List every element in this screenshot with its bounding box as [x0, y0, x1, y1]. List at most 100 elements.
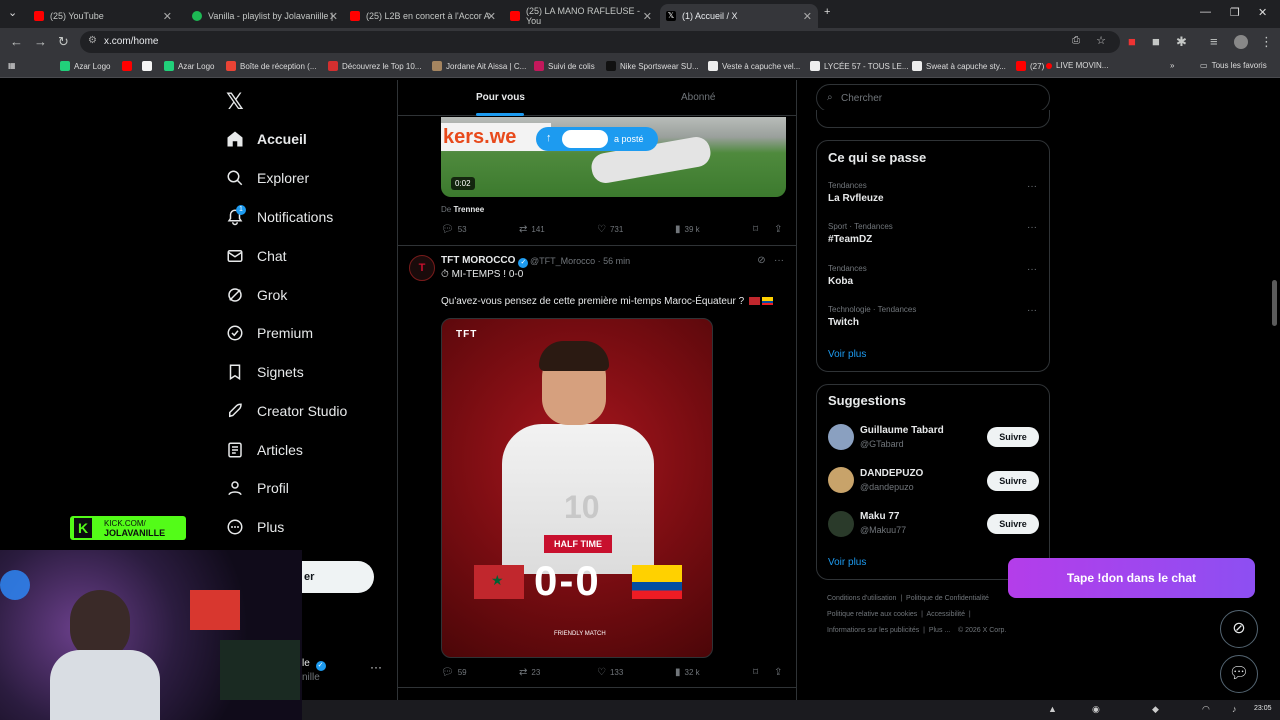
more-bookmarks-icon[interactable]: »	[1170, 61, 1174, 70]
close-tab-icon[interactable]: ✕	[487, 10, 496, 23]
tray-icon[interactable]: ◉	[1092, 704, 1100, 715]
like-button[interactable]: ♡ 731	[597, 224, 623, 235]
trend-more-icon[interactable]: ···	[1027, 181, 1037, 192]
video-source[interactable]: De Trennee	[441, 205, 484, 214]
bookmark-item[interactable]: Découvrez le Top 10...	[328, 61, 421, 71]
nav-home[interactable]: Accueil	[226, 124, 307, 154]
avatar[interactable]	[828, 467, 854, 493]
bookmark-item[interactable]: Suivi de colis	[534, 61, 595, 71]
suggestion-name[interactable]: DANDEPUZO	[860, 468, 923, 479]
all-bookmarks[interactable]: ▭ Tous les favoris	[1200, 61, 1267, 70]
trend-name[interactable]: #TeamDZ	[828, 234, 872, 245]
share-button[interactable]: ⇪	[774, 667, 786, 678]
reload-icon[interactable]: ↻	[58, 34, 69, 50]
follow-button[interactable]: Suivre	[987, 471, 1039, 491]
grok-icon[interactable]: ⊘	[757, 255, 765, 266]
grok-float-icon[interactable]: ⊘	[1220, 610, 1258, 648]
trend-more-icon[interactable]: ···	[1027, 264, 1037, 275]
puzzle-icon[interactable]: ✱	[1176, 34, 1187, 50]
browser-tab-youtube[interactable]: (25) YouTube ✕	[28, 4, 178, 28]
bookmark-item[interactable]	[142, 61, 156, 71]
trending-see-more[interactable]: Voir plus	[828, 349, 866, 360]
back-icon[interactable]: ←	[10, 34, 23, 49]
tab-for-you[interactable]: Pour vous	[476, 92, 525, 103]
post-image[interactable]: TFT 10 HALF TIME 0-0 FRIENDLY MATCH	[441, 318, 713, 658]
footer-link[interactable]: Informations sur les publicités	[827, 627, 919, 634]
x-logo-icon[interactable]: 𝕏	[226, 89, 244, 115]
suggestions-see-more[interactable]: Voir plus	[828, 557, 866, 568]
nav-premium[interactable]: Premium	[226, 318, 313, 348]
extension-icon[interactable]: ■	[1128, 34, 1136, 49]
footer-link[interactable]: Politique relative aux cookies	[827, 611, 917, 618]
bookmark-item[interactable]: (27)	[1016, 61, 1044, 71]
profile-avatar-icon[interactable]	[1234, 35, 1248, 49]
install-icon[interactable]: ⎙	[1072, 35, 1080, 46]
close-tab-icon[interactable]: ✕	[643, 10, 652, 23]
bookmark-item[interactable]: LIVE MOVIN...	[1046, 61, 1108, 70]
site-info-icon[interactable]: ⚙	[88, 35, 97, 46]
nav-grok[interactable]: Grok	[226, 280, 287, 310]
nav-more[interactable]: Plus	[226, 512, 284, 542]
browser-tab-x-home[interactable]: 𝕏 (1) Accueil / X ✕	[660, 4, 818, 28]
trend-name[interactable]: La Rvfleuze	[828, 193, 884, 204]
scrollbar[interactable]	[1272, 280, 1277, 326]
star-icon[interactable]: ☆	[1096, 34, 1106, 47]
bookmark-item[interactable]	[122, 61, 136, 71]
nav-articles[interactable]: Articles	[226, 435, 303, 465]
repost-button[interactable]: ⇄ 23	[519, 667, 540, 678]
nav-explore[interactable]: Explorer	[226, 163, 309, 193]
new-tab-icon[interactable]: +	[824, 6, 830, 18]
trend-name[interactable]: Twitch	[828, 317, 859, 328]
tray-icon[interactable]: ▲	[1048, 704, 1057, 714]
suggestion-name[interactable]: Maku 77	[860, 511, 899, 522]
share-button[interactable]: ⇪	[774, 224, 786, 235]
bookmark-item[interactable]: Sweat à capuche sty...	[912, 61, 1006, 71]
bookmark-item[interactable]: Nike Sportswear SU...	[606, 61, 699, 71]
repost-button[interactable]: ⇄ 141	[519, 224, 545, 235]
close-tab-icon[interactable]: ✕	[163, 10, 172, 23]
footer-link[interactable]: Plus ...	[929, 627, 950, 634]
bookmark-item[interactable]: Azar Logo	[164, 61, 214, 71]
nav-chat[interactable]: Chat	[226, 241, 287, 271]
trend-name[interactable]: Koba	[828, 276, 853, 287]
browser-tab-la-mano[interactable]: (25) LA MANO RAFLEUSE - You ✕	[504, 4, 658, 28]
avatar[interactable]	[828, 511, 854, 537]
account-name[interactable]: le ✓	[302, 658, 326, 671]
more-icon[interactable]: ···	[774, 255, 784, 266]
footer-link[interactable]: Accessibilité	[927, 611, 966, 618]
views-button[interactable]: ▮ 32 k	[675, 667, 700, 678]
bookmark-item[interactable]: LYCÉE 57 - TOUS LE...	[810, 61, 908, 71]
tab-search-icon[interactable]: ⌄	[8, 6, 17, 19]
close-tab-icon[interactable]: ✕	[329, 10, 338, 23]
extension-icon[interactable]: ■	[1152, 34, 1160, 49]
avatar[interactable]: T	[409, 255, 435, 281]
follow-button[interactable]: Suivre	[987, 427, 1039, 447]
tray-icon[interactable]: ◆	[1152, 704, 1159, 715]
media-icon[interactable]: ≡	[1210, 34, 1218, 49]
author-name[interactable]: TFT MOROCCO ✓	[441, 255, 529, 268]
browser-tab-l2b[interactable]: (25) L2B en concert à l'Accor A ✕	[344, 4, 502, 28]
messages-float-icon[interactable]: 💬︎	[1220, 655, 1258, 693]
bookmark-button[interactable]: ⌑	[753, 224, 762, 235]
account-more-icon[interactable]: ···	[370, 660, 382, 674]
volume-icon[interactable]: ♪	[1232, 704, 1237, 714]
restore-icon[interactable]: ❐	[1230, 6, 1240, 19]
bookmark-button[interactable]: ⌑	[753, 667, 762, 678]
bookmark-item[interactable]: Veste à capuche vel...	[708, 61, 800, 71]
author-handle[interactable]: @TFT_Morocco · 56 min	[530, 256, 630, 266]
wifi-icon[interactable]: ◠	[1202, 704, 1210, 715]
close-window-icon[interactable]: ✕	[1258, 6, 1267, 19]
trend-more-icon[interactable]: ···	[1027, 305, 1037, 316]
tab-following[interactable]: Abonné	[681, 92, 715, 103]
apps-icon[interactable]: ▦	[8, 61, 16, 70]
like-button[interactable]: ♡ 133	[597, 667, 623, 678]
bookmark-item[interactable]: Jordane Ait Aissa | C...	[432, 61, 526, 71]
reply-button[interactable]: 💬︎ 59	[441, 667, 467, 678]
nav-profile[interactable]: Profil	[226, 473, 289, 503]
browser-tab-spotify[interactable]: Vanilla - playlist by Jolavaniille | ✕	[186, 4, 344, 28]
bookmark-item[interactable]: Boîte de réception (...	[226, 61, 317, 71]
nav-creator-studio[interactable]: Creator Studio	[226, 396, 347, 426]
close-tab-icon[interactable]: ✕	[803, 10, 812, 23]
new-posts-pill[interactable]: ↑ a posté	[536, 127, 658, 151]
bookmark-item[interactable]: Azar Logo	[60, 61, 110, 71]
